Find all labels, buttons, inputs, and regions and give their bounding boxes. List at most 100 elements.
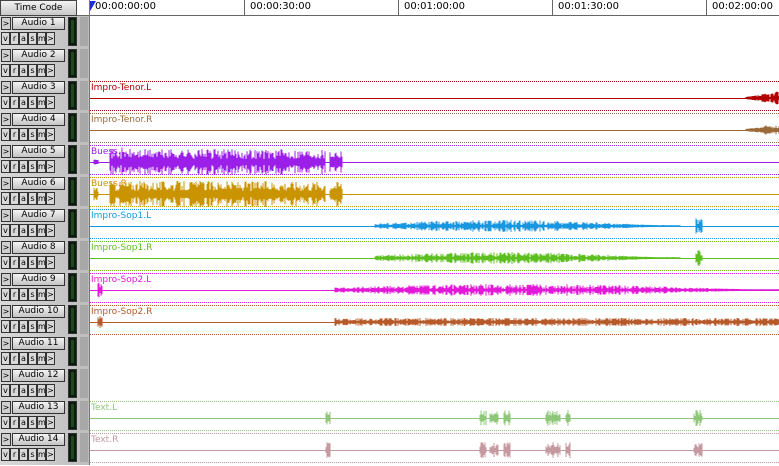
expand-arrow-icon[interactable]: >	[1, 81, 11, 94]
track-header[interactable]: > Audio 3 v r a s m >	[0, 80, 89, 112]
track-name[interactable]: Audio 7	[12, 209, 65, 222]
track-name[interactable]: Audio 9	[12, 273, 65, 286]
mute-button[interactable]: m	[37, 32, 46, 45]
voice-button[interactable]: v	[1, 128, 10, 141]
track-lane[interactable]: Impro-Tenor.L	[90, 80, 779, 112]
auto-button[interactable]: a	[19, 160, 28, 173]
record-button[interactable]: r	[10, 32, 19, 45]
more-button[interactable]: >	[46, 96, 55, 109]
track-lane[interactable]: Text.R	[90, 432, 779, 464]
track-lane[interactable]: Buess.R	[90, 176, 779, 208]
record-button[interactable]: r	[10, 224, 19, 237]
track-name[interactable]: Audio 4	[12, 113, 65, 126]
track-lane[interactable]: Impro-Tenor.R	[90, 112, 779, 144]
mute-button[interactable]: m	[37, 160, 46, 173]
audio-region[interactable]: Buess.L	[90, 145, 779, 175]
more-button[interactable]: >	[46, 32, 55, 45]
more-button[interactable]: >	[46, 352, 55, 365]
track-header[interactable]: > Audio 5 v r a s m >	[0, 144, 89, 176]
expand-arrow-icon[interactable]: >	[1, 145, 11, 158]
record-button[interactable]: r	[10, 352, 19, 365]
solo-button[interactable]: s	[28, 224, 37, 237]
voice-button[interactable]: v	[1, 192, 10, 205]
record-button[interactable]: r	[10, 64, 19, 77]
expand-arrow-icon[interactable]: >	[1, 305, 11, 318]
mute-button[interactable]: m	[37, 256, 46, 269]
mute-button[interactable]: m	[37, 384, 46, 397]
solo-button[interactable]: s	[28, 160, 37, 173]
track-header[interactable]: > Audio 14 v r a s m >	[0, 432, 89, 464]
audio-region[interactable]: Impro-Tenor.R	[90, 113, 779, 143]
more-button[interactable]: >	[46, 320, 55, 333]
track-lane[interactable]	[90, 368, 779, 400]
expand-arrow-icon[interactable]: >	[1, 433, 11, 446]
mute-button[interactable]: m	[37, 64, 46, 77]
solo-button[interactable]: s	[28, 352, 37, 365]
auto-button[interactable]: a	[19, 256, 28, 269]
solo-button[interactable]: s	[28, 64, 37, 77]
track-name[interactable]: Audio 11	[12, 337, 65, 350]
mute-button[interactable]: m	[37, 416, 46, 429]
audio-region[interactable]: Impro-Sop1.L	[90, 209, 779, 239]
mute-button[interactable]: m	[37, 96, 46, 109]
track-name[interactable]: Audio 3	[12, 81, 65, 94]
voice-button[interactable]: v	[1, 384, 10, 397]
track-header[interactable]: > Audio 13 v r a s m >	[0, 400, 89, 432]
track-name[interactable]: Audio 5	[12, 145, 65, 158]
expand-arrow-icon[interactable]: >	[1, 241, 11, 254]
audio-region[interactable]: Buess.R	[90, 177, 779, 207]
audio-region[interactable]: Text.R	[90, 433, 779, 463]
track-header[interactable]: > Audio 4 v r a s m >	[0, 112, 89, 144]
track-header[interactable]: > Audio 9 v r a s m >	[0, 272, 89, 304]
record-button[interactable]: r	[10, 96, 19, 109]
record-button[interactable]: r	[10, 256, 19, 269]
auto-button[interactable]: a	[19, 224, 28, 237]
auto-button[interactable]: a	[19, 64, 28, 77]
voice-button[interactable]: v	[1, 320, 10, 333]
solo-button[interactable]: s	[28, 384, 37, 397]
mute-button[interactable]: m	[37, 128, 46, 141]
audio-region[interactable]: Impro-Tenor.L	[90, 81, 779, 111]
track-lane[interactable]: Impro-Sop1.R	[90, 240, 779, 272]
record-button[interactable]: r	[10, 128, 19, 141]
track-lane[interactable]: Buess.L	[90, 144, 779, 176]
track-name[interactable]: Audio 13	[12, 401, 65, 414]
time-code-ruler-label[interactable]: Time Code	[0, 0, 77, 16]
mute-button[interactable]: m	[37, 224, 46, 237]
voice-button[interactable]: v	[1, 448, 10, 461]
auto-button[interactable]: a	[19, 448, 28, 461]
solo-button[interactable]: s	[28, 96, 37, 109]
auto-button[interactable]: a	[19, 32, 28, 45]
track-name[interactable]: Audio 1	[12, 17, 65, 30]
track-name[interactable]: Audio 12	[12, 369, 65, 382]
solo-button[interactable]: s	[28, 128, 37, 141]
mute-button[interactable]: m	[37, 192, 46, 205]
solo-button[interactable]: s	[28, 32, 37, 45]
voice-button[interactable]: v	[1, 96, 10, 109]
more-button[interactable]: >	[46, 224, 55, 237]
track-name[interactable]: Audio 14	[12, 433, 65, 446]
solo-button[interactable]: s	[28, 256, 37, 269]
more-button[interactable]: >	[46, 160, 55, 173]
record-button[interactable]: r	[10, 448, 19, 461]
track-lane[interactable]: Impro-Sop2.R	[90, 304, 779, 336]
audio-region[interactable]: Impro-Sop2.R	[90, 305, 779, 335]
track-header[interactable]: > Audio 6 v r a s m >	[0, 176, 89, 208]
expand-arrow-icon[interactable]: >	[1, 273, 11, 286]
track-name[interactable]: Audio 10	[12, 305, 65, 318]
track-header[interactable]: > Audio 2 v r a s m >	[0, 48, 89, 80]
auto-button[interactable]: a	[19, 384, 28, 397]
expand-arrow-icon[interactable]: >	[1, 369, 11, 382]
track-lane[interactable]	[90, 336, 779, 368]
voice-button[interactable]: v	[1, 288, 10, 301]
expand-arrow-icon[interactable]: >	[1, 209, 11, 222]
voice-button[interactable]: v	[1, 352, 10, 365]
track-name[interactable]: Audio 2	[12, 49, 65, 62]
auto-button[interactable]: a	[19, 320, 28, 333]
expand-arrow-icon[interactable]: >	[1, 49, 11, 62]
record-button[interactable]: r	[10, 416, 19, 429]
auto-button[interactable]: a	[19, 288, 28, 301]
auto-button[interactable]: a	[19, 192, 28, 205]
more-button[interactable]: >	[46, 64, 55, 77]
track-header[interactable]: > Audio 11 v r a s m >	[0, 336, 89, 368]
